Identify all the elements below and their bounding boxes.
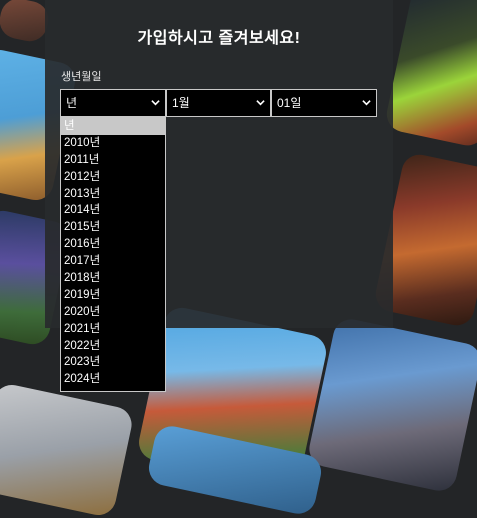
year-option[interactable]: 2016년	[61, 236, 165, 253]
birth-day-value: 01일	[277, 96, 302, 110]
birth-month-select[interactable]: 1월	[166, 89, 271, 117]
year-option[interactable]: 2014년	[61, 202, 165, 219]
chevron-down-icon	[151, 100, 160, 106]
year-option[interactable]: 2021년	[61, 321, 165, 338]
year-option[interactable]: 2011년	[61, 152, 165, 169]
year-option[interactable]: 2013년	[61, 186, 165, 203]
year-option[interactable]: 2010년	[61, 135, 165, 152]
year-option[interactable]: 2019년	[61, 287, 165, 304]
background-game-tile	[0, 381, 135, 518]
year-option[interactable]: 2024년	[61, 371, 165, 388]
birth-year-select[interactable]: 년	[60, 89, 166, 117]
birthday-label: 생년월일	[61, 71, 102, 83]
year-option[interactable]: 2017년	[61, 253, 165, 270]
birth-day-select[interactable]: 01일	[271, 89, 377, 117]
background-game-tile	[306, 316, 477, 494]
year-option[interactable]: 2023년	[61, 354, 165, 371]
chevron-down-icon	[256, 100, 265, 106]
year-dropdown-list[interactable]: 년 2010년 2011년 2012년 2013년 2014년 2015년 20…	[60, 117, 166, 392]
year-option[interactable]: 2012년	[61, 169, 165, 186]
year-option[interactable]: 2020년	[61, 304, 165, 321]
year-option[interactable]: 2022년	[61, 338, 165, 355]
chevron-down-icon	[362, 100, 371, 106]
year-option[interactable]: 년	[61, 118, 165, 135]
page-title: 가입하시고 즐겨보세요!	[137, 30, 301, 47]
year-option[interactable]: 2018년	[61, 270, 165, 287]
birth-year-value: 년	[66, 96, 78, 110]
background-game-tile	[0, 0, 52, 45]
birth-month-value: 1월	[172, 96, 190, 110]
year-option[interactable]: 2015년	[61, 219, 165, 236]
background-game-tile	[383, 0, 477, 149]
